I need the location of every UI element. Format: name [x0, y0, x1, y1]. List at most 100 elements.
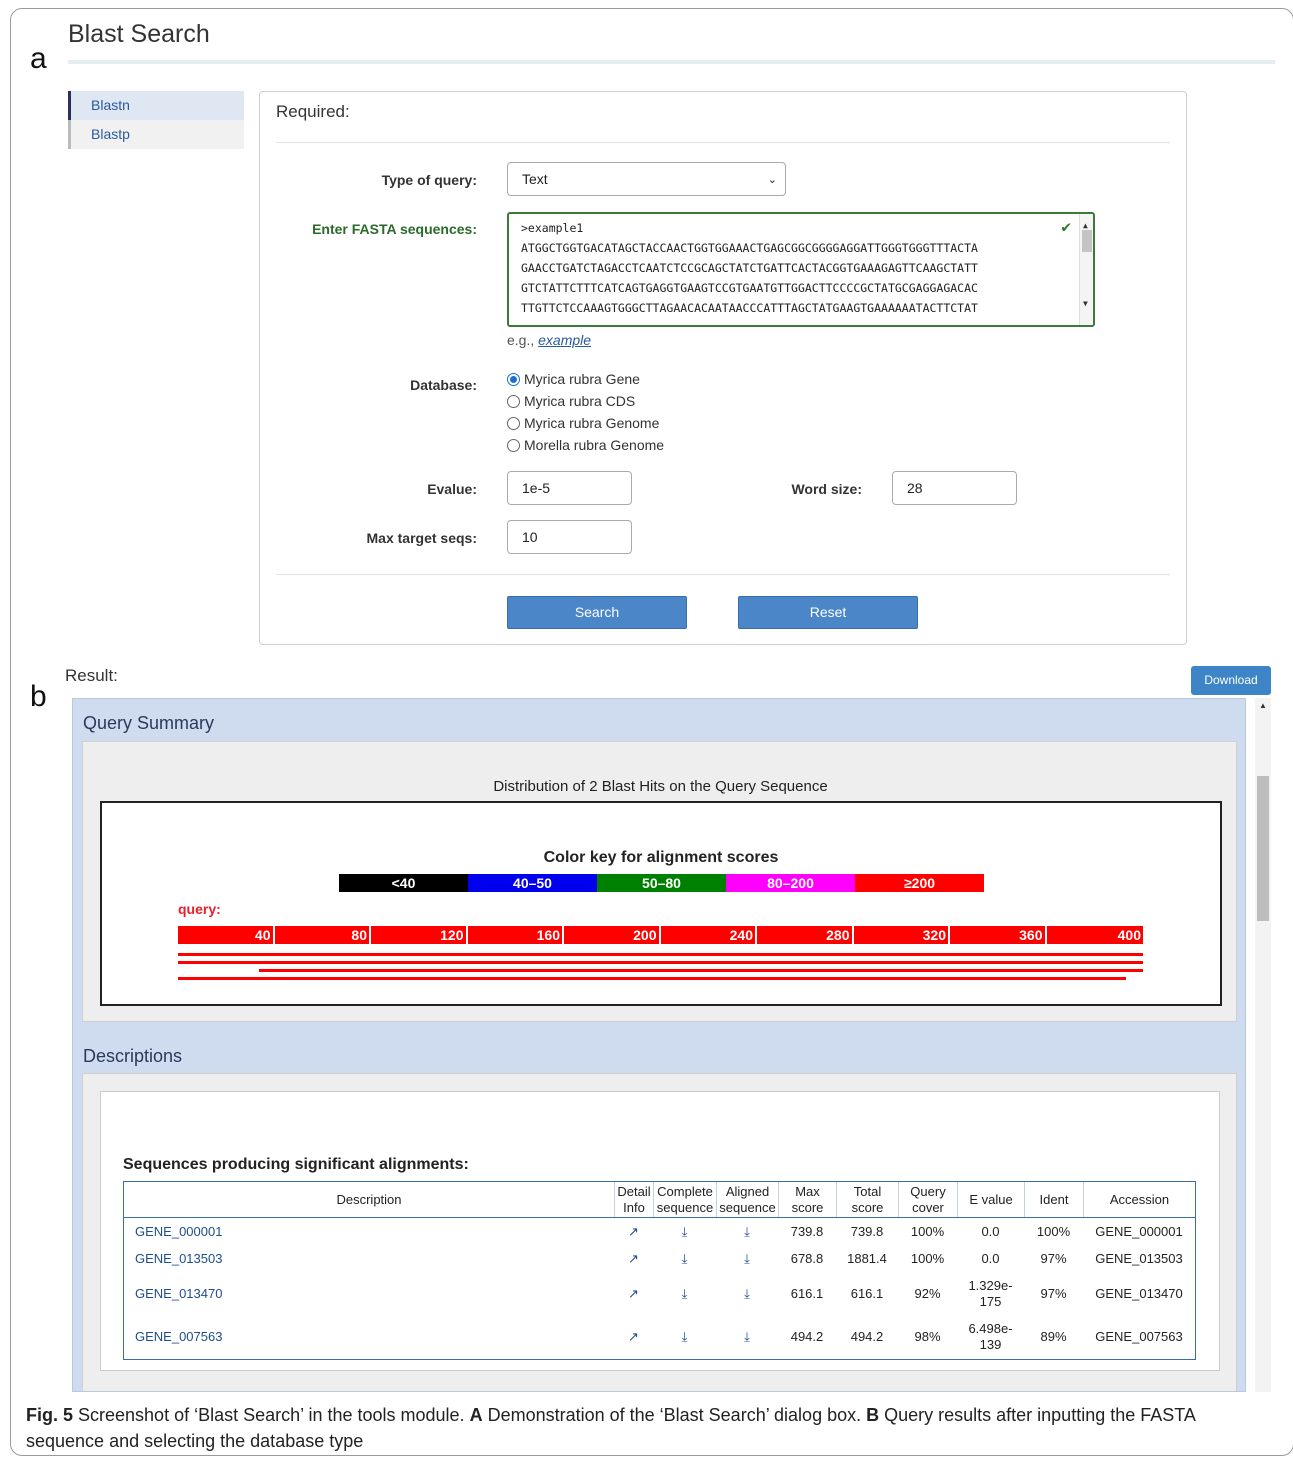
table-row: GENE_000001 ↗ ⤓ ⤓ 739.8 739.8 100% 0.0 1…: [124, 1218, 1195, 1245]
example-link[interactable]: example: [538, 332, 591, 348]
page-title: Blast Search: [68, 20, 210, 48]
scroll-thumb[interactable]: [1257, 776, 1269, 921]
hit-line[interactable]: [178, 961, 1143, 964]
max-score: 616.1: [790, 1285, 824, 1301]
external-link-icon[interactable]: ↗: [614, 1245, 653, 1272]
scroll-up-icon[interactable]: ▲: [1259, 701, 1267, 710]
database-option-genome[interactable]: Myrica rubra Genome: [507, 413, 659, 433]
color-key-title: Color key for alignment scores: [543, 849, 779, 866]
radio-unselected[interactable]: [507, 417, 520, 430]
chevron-down-icon: ⌄: [767, 174, 777, 186]
divider: [276, 574, 1170, 575]
ruler-tick: 160: [468, 926, 564, 944]
ruler-tick: 80: [275, 926, 371, 944]
col-total-score[interactable]: Total score: [836, 1182, 898, 1217]
color-key-50-80: 50–80: [597, 874, 726, 892]
row-description-link[interactable]: GENE_000001: [124, 1218, 614, 1245]
row-description-link[interactable]: GENE_013470: [124, 1272, 614, 1315]
ruler-tick: 40: [178, 926, 275, 944]
total-score: 616.1: [850, 1285, 884, 1301]
col-accession[interactable]: Accession: [1083, 1182, 1195, 1217]
total-score: 494.2: [850, 1329, 884, 1344]
database-option-morella-genome[interactable]: Morella rubra Genome: [507, 435, 664, 455]
download-icon[interactable]: ⤓: [716, 1245, 778, 1272]
title-divider: [68, 60, 1275, 64]
scroll-down-icon[interactable]: ▼: [1083, 294, 1088, 314]
evalue: 0.0: [981, 1223, 1000, 1239]
download-icon[interactable]: ⤓: [653, 1272, 716, 1315]
external-link-icon[interactable]: ↗: [614, 1218, 653, 1245]
query-cover: 100%: [910, 1223, 945, 1239]
search-button[interactable]: Search: [507, 596, 687, 629]
col-complete-sequence: Complete sequence: [653, 1182, 716, 1217]
hit-graphic: Color key for alignment scores <40 40–50…: [100, 801, 1222, 1006]
fasta-label: Enter FASTA sequences:: [312, 221, 477, 237]
panel-label-a: a: [30, 42, 47, 75]
col-aligned-sequence: Aligned sequence: [716, 1182, 778, 1217]
fasta-textarea[interactable]: >example1 ATGGCTGGTGACATAGCTACCAACTGGTGG…: [507, 212, 1095, 327]
fasta-line: ATGGCTGGTGACATAGCTACCAACTGGTGGAAACTGAGCG…: [521, 241, 978, 255]
database-option-cds[interactable]: Myrica rubra CDS: [507, 391, 635, 411]
ruler-tick: 120: [371, 926, 468, 944]
color-key-80-200: 80–200: [726, 874, 855, 892]
result-scrollbar[interactable]: ▲: [1255, 698, 1271, 1392]
evalue-input[interactable]: 1e-5: [507, 471, 632, 505]
fasta-line: TTGTTCTCCAAAGTGGGCTTAGAACACAATAACCCATTTA…: [521, 301, 978, 315]
caption-b: B: [866, 1405, 880, 1425]
download-icon[interactable]: ⤓: [716, 1315, 778, 1359]
col-evalue[interactable]: E value: [957, 1182, 1024, 1217]
download-icon[interactable]: ⤓: [716, 1272, 778, 1315]
download-icon[interactable]: ⤓: [653, 1218, 716, 1245]
query-ruler: 40 80 120 160 200 240 280 320 360 400: [178, 926, 1143, 944]
external-link-icon[interactable]: ↗: [614, 1272, 653, 1315]
download-icon[interactable]: ⤓: [653, 1245, 716, 1272]
radio-unselected[interactable]: [507, 395, 520, 408]
result-panel: Query Summary Distribution of 2 Blast Hi…: [72, 698, 1246, 1392]
max-target-input[interactable]: 10: [507, 520, 632, 554]
checkmark-icon: ✔: [1061, 217, 1071, 236]
ruler-tick: 320: [854, 926, 950, 944]
result-heading: Result:: [65, 666, 118, 685]
panel-label-b: b: [30, 680, 47, 713]
query-label: query:: [178, 901, 221, 917]
reset-button[interactable]: Reset: [738, 596, 918, 629]
row-description-link[interactable]: GENE_013503: [124, 1245, 614, 1272]
type-of-query-value: Text: [522, 171, 548, 187]
download-icon[interactable]: ⤓: [716, 1218, 778, 1245]
accession: GENE_013470: [1095, 1285, 1183, 1301]
database-option-gene[interactable]: Myrica rubra Gene: [507, 369, 640, 389]
hit-line[interactable]: [259, 969, 1143, 972]
descriptions-box: Sequences producing significant alignmen…: [82, 1073, 1237, 1391]
hit-line[interactable]: [178, 953, 1143, 956]
col-max-score[interactable]: Max score: [778, 1182, 836, 1217]
word-size-input[interactable]: 28: [892, 471, 1017, 505]
radio-unselected[interactable]: [507, 439, 520, 452]
type-of-query-label: Type of query:: [381, 172, 477, 188]
external-link-icon[interactable]: ↗: [614, 1315, 653, 1359]
ident: 89%: [1040, 1329, 1067, 1344]
database-label: Database:: [410, 377, 477, 393]
type-of-query-select[interactable]: Text ⌄: [507, 162, 786, 196]
total-score: 1881.4: [847, 1250, 887, 1266]
sidebar-item-blastp[interactable]: Blastp: [68, 120, 244, 149]
significant-alignments-title: Sequences producing significant alignmen…: [123, 1156, 469, 1173]
ruler-tick: 200: [564, 926, 661, 944]
accession: GENE_013503: [1095, 1250, 1183, 1266]
query-cover: 100%: [910, 1250, 945, 1266]
hit-line[interactable]: [178, 977, 1126, 980]
download-button[interactable]: Download: [1191, 666, 1271, 695]
col-description[interactable]: Description: [124, 1182, 614, 1217]
descriptions-inner: Sequences producing significant alignmen…: [100, 1091, 1220, 1371]
download-icon[interactable]: ⤓: [653, 1315, 716, 1359]
blast-form: Required: Type of query: Text ⌄ Enter FA…: [259, 91, 1187, 645]
row-description-link[interactable]: GENE_007563: [124, 1315, 614, 1359]
ident: 100%: [1036, 1223, 1071, 1239]
radio-selected[interactable]: [507, 373, 520, 386]
col-ident[interactable]: Ident: [1024, 1182, 1083, 1217]
textarea-scroll-thumb[interactable]: [1082, 230, 1092, 252]
col-query-cover[interactable]: Query cover: [898, 1182, 957, 1217]
sidebar-item-blastn[interactable]: Blastn: [68, 91, 244, 120]
example-hint: e.g., example: [507, 332, 591, 348]
evalue: 6.498e-139: [968, 1321, 1013, 1352]
textarea-scrollbar[interactable]: ▲ ▼: [1079, 214, 1093, 325]
